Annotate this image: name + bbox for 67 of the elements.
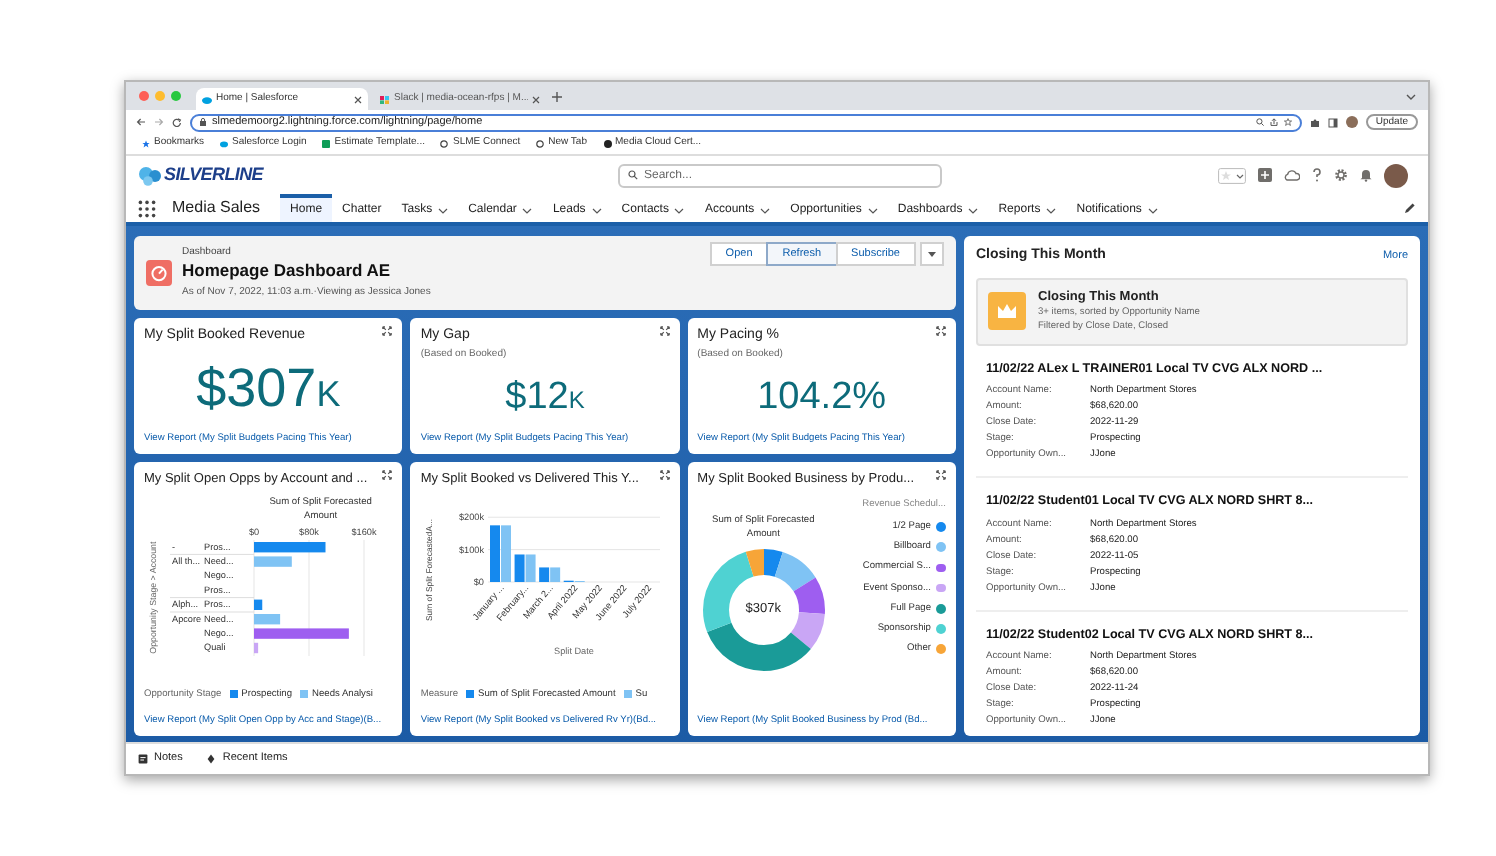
help-icon[interactable] — [1312, 168, 1322, 182]
expand-icon[interactable] — [935, 470, 946, 480]
bar — [254, 628, 349, 640]
app-name: Media Sales — [172, 196, 261, 220]
user-avatar[interactable] — [1384, 163, 1408, 187]
chevron-down-icon[interactable] — [760, 207, 771, 213]
metric-value: $307K — [196, 362, 341, 417]
search-icon — [628, 170, 638, 180]
caret-icon — [928, 251, 936, 257]
grid-icon — [380, 95, 390, 103]
donut-chart — [699, 546, 828, 675]
lock-icon — [200, 118, 206, 126]
close-icon[interactable] — [354, 95, 362, 103]
bubbles-icon — [138, 165, 162, 185]
legend-swatch — [623, 690, 632, 699]
close-icon[interactable] — [532, 95, 540, 103]
sidebar-icon[interactable] — [1327, 117, 1338, 127]
expand-icon[interactable] — [659, 470, 670, 480]
document-icon — [322, 140, 331, 148]
bell-icon[interactable] — [1360, 168, 1372, 182]
chevron-down-icon[interactable] — [438, 207, 449, 213]
cloud-icon — [220, 140, 229, 148]
share-icon[interactable] — [1269, 118, 1278, 126]
star-icon — [142, 140, 150, 148]
dashboard-icon — [146, 260, 172, 286]
cloud-icon — [202, 95, 212, 103]
plus-icon[interactable] — [552, 91, 562, 101]
chevron-down-icon[interactable] — [522, 207, 533, 213]
profile-avatar[interactable] — [1345, 116, 1358, 128]
bar — [254, 643, 259, 654]
add-icon[interactable] — [1258, 168, 1272, 182]
bar — [254, 542, 326, 553]
chevron-down-icon[interactable] — [867, 207, 878, 213]
expand-icon[interactable] — [935, 326, 946, 336]
cloud-icon[interactable] — [1284, 168, 1300, 182]
globe-icon — [440, 140, 449, 148]
logo-text: SILVERLINE — [164, 161, 264, 188]
settings-icon[interactable] — [1334, 168, 1348, 182]
app-launcher-icon[interactable] — [138, 199, 156, 217]
globe-icon — [536, 140, 545, 148]
chevron-down-icon[interactable] — [1406, 93, 1416, 99]
crown-icon — [988, 292, 1026, 331]
chevron-down-icon[interactable] — [591, 207, 602, 213]
back-icon[interactable] — [136, 118, 146, 126]
legend-swatch — [229, 690, 238, 699]
expand-icon[interactable] — [659, 326, 670, 336]
circle-icon — [603, 140, 611, 148]
chevron-down-icon[interactable] — [1147, 207, 1158, 213]
bar — [254, 556, 292, 568]
metric-value: 104.2% — [757, 377, 887, 416]
bar — [254, 614, 281, 625]
notes-icon — [138, 754, 148, 764]
zoom-icon[interactable] — [1255, 118, 1264, 126]
bar — [254, 599, 263, 611]
star-icon[interactable] — [1283, 118, 1292, 126]
legend-swatch — [466, 690, 474, 699]
dropdown-button[interactable] — [920, 242, 944, 266]
pencil-icon[interactable] — [1404, 202, 1416, 214]
chevron-down-icon[interactable] — [968, 207, 979, 213]
expand-icon[interactable] — [382, 326, 393, 336]
chevron-down-icon[interactable] — [674, 207, 685, 213]
legend-swatch — [300, 690, 309, 699]
expand-icon[interactable] — [382, 470, 393, 480]
metric-value: $12K — [505, 377, 585, 416]
chevron-down-icon[interactable] — [1046, 207, 1057, 213]
dashboard-title: Homepage Dashboard AE — [182, 260, 393, 282]
reload-icon[interactable] — [172, 117, 182, 127]
